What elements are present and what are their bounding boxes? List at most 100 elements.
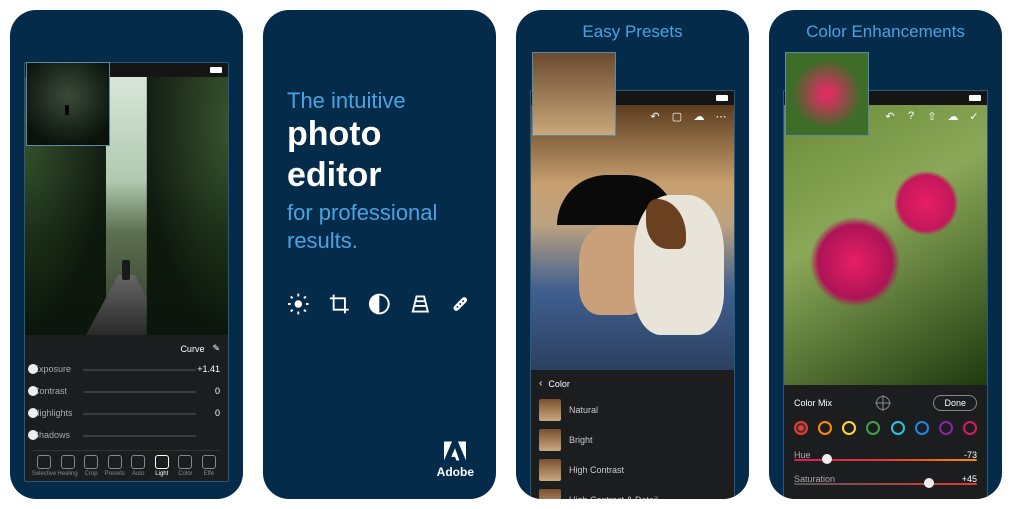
phone-screenshot-4: ↶ ? ⇧ ☁ ✓ Color Mix Done Hue-73Saturatio…: [783, 90, 988, 499]
crop-icon: [328, 292, 351, 316]
preset-item[interactable]: Natural: [539, 395, 726, 425]
preset-group-header[interactable]: ‹ Color: [539, 376, 726, 395]
done-button[interactable]: Done: [933, 395, 977, 411]
chevron-left-icon: ‹: [539, 378, 542, 389]
tool-icon: [178, 455, 192, 469]
tool-light[interactable]: Light: [151, 455, 173, 477]
editor-top-icons: ? ↶ ☁ ⋯: [142, 81, 222, 95]
panel3-title: Easy Presets: [516, 10, 749, 50]
color-slider-luminance[interactable]: Luminance-14: [794, 491, 977, 499]
main-photo-person-dog: ↶ ▢ ☁ ⋯: [531, 105, 734, 370]
check-icon[interactable]: ✓: [967, 109, 981, 123]
tool-color[interactable]: Color: [174, 455, 196, 477]
slider-contrast[interactable]: Contrast 0: [33, 380, 220, 402]
preset-group-name: Color: [548, 379, 570, 389]
slider-thumb[interactable]: [28, 408, 38, 418]
preset-item[interactable]: Bright: [539, 425, 726, 455]
panel-marketing: The intuitive photo editor for professio…: [263, 10, 496, 499]
slider-thumb[interactable]: [28, 386, 38, 396]
slider-track: [83, 435, 196, 437]
slider-thumb[interactable]: [924, 478, 934, 488]
main-photo-flowers: ↶ ? ⇧ ☁ ✓: [784, 105, 987, 385]
before-thumbnail: [532, 52, 616, 136]
slider-track: [83, 369, 196, 371]
more-icon[interactable]: ⋯: [714, 109, 728, 123]
color-mix-label: Color Mix: [794, 398, 832, 408]
color-slider-hue[interactable]: Hue-73: [794, 443, 977, 467]
share-icon[interactable]: ▢: [670, 109, 684, 123]
color-swatch[interactable]: [794, 421, 808, 435]
preset-label: High Contrast & Detail: [569, 495, 658, 499]
tool-icon: [202, 455, 216, 469]
color-mix-panel: Color Mix Done Hue-73Saturation+45Lumina…: [784, 385, 987, 499]
panel-presets: Easy Presets ↶ ▢ ☁ ⋯ ‹ Color Natural Brig…: [516, 10, 749, 499]
tool-effe[interactable]: Effe: [198, 455, 220, 477]
slider-value: +1.41: [197, 364, 220, 374]
color-swatch[interactable]: [963, 421, 977, 435]
slider-label: Contrast: [33, 386, 79, 396]
slider-value: 0: [215, 408, 220, 418]
tool-presets[interactable]: Presets: [104, 455, 126, 477]
more-icon[interactable]: ⋯: [208, 81, 222, 95]
tool-label: Light: [155, 471, 168, 477]
tool-icon: [108, 455, 122, 469]
preset-thumb: [539, 399, 561, 421]
undo-icon[interactable]: ↶: [164, 81, 178, 95]
slider-thumb[interactable]: [28, 364, 38, 374]
slider-label: Luminance: [794, 498, 838, 499]
lens-icon: [368, 292, 391, 316]
preset-panel: ‹ Color Natural Bright High Contrast High C…: [531, 370, 734, 499]
preset-item[interactable]: High Contrast & Detail: [539, 485, 726, 499]
panel-editor-light: ? ↶ ☁ ⋯ Curve ✎ Exposure+1.41Contrast0Hi…: [10, 10, 243, 499]
slider-track: [83, 391, 196, 393]
help-icon[interactable]: ?: [904, 109, 918, 123]
curve-label[interactable]: Curve: [180, 344, 204, 354]
slider-shadows[interactable]: Shadows: [33, 424, 220, 446]
pencil-icon[interactable]: ✎: [212, 343, 220, 354]
undo-icon[interactable]: ↶: [883, 109, 897, 123]
color-swatch[interactable]: [866, 421, 880, 435]
cloud-icon[interactable]: ☁: [186, 81, 200, 95]
cloud-icon[interactable]: ☁: [946, 109, 960, 123]
tool-icon: [84, 455, 98, 469]
tool-label: Presets: [105, 471, 125, 477]
tool-selective[interactable]: Selective: [33, 455, 55, 477]
color-slider-saturation[interactable]: Saturation+45: [794, 467, 977, 491]
preset-thumb: [539, 489, 561, 499]
color-swatch[interactable]: [915, 421, 929, 435]
healing-icon: [449, 292, 472, 316]
tool-healing[interactable]: Healing: [57, 455, 79, 477]
slider-thumb[interactable]: [822, 454, 832, 464]
before-thumbnail: [785, 52, 869, 136]
panel4-title: Color Enhancements: [769, 10, 1002, 50]
help-icon[interactable]: ?: [142, 81, 156, 95]
slider-thumb[interactable]: [28, 430, 38, 440]
slider-label: Highlights: [33, 408, 79, 418]
tagline-big1: photo: [287, 116, 472, 153]
cloud-icon[interactable]: ☁: [692, 109, 706, 123]
color-swatch[interactable]: [891, 421, 905, 435]
photo-walker: [122, 260, 130, 280]
preset-thumb: [539, 459, 561, 481]
target-adjust-icon[interactable]: [876, 396, 890, 410]
color-swatch[interactable]: [939, 421, 953, 435]
marketing-copy: The intuitive photo editor for professio…: [263, 10, 496, 256]
slider-highlights[interactable]: Highlights 0: [33, 402, 220, 424]
tool-crop[interactable]: Crop: [80, 455, 102, 477]
tagline-line2: for professional results.: [287, 199, 472, 256]
tool-label: Healing: [57, 471, 77, 477]
adobe-name: Adobe: [437, 465, 474, 479]
undo-icon[interactable]: ↶: [648, 109, 662, 123]
tool-auto[interactable]: Auto: [127, 455, 149, 477]
color-swatch[interactable]: [818, 421, 832, 435]
share-icon[interactable]: ⇧: [925, 109, 939, 123]
slider-exposure[interactable]: Exposure+1.41: [33, 358, 220, 380]
phone-screenshot-3: ↶ ▢ ☁ ⋯ ‹ Color Natural Bright High Contra…: [530, 90, 735, 499]
tool-label: Selective: [32, 471, 56, 477]
slider-value: 0: [215, 386, 220, 396]
preset-label: Bright: [569, 435, 593, 445]
color-swatch[interactable]: [842, 421, 856, 435]
tool-label: Crop: [85, 471, 98, 477]
color-selector-row: [794, 419, 977, 443]
preset-item[interactable]: High Contrast: [539, 455, 726, 485]
